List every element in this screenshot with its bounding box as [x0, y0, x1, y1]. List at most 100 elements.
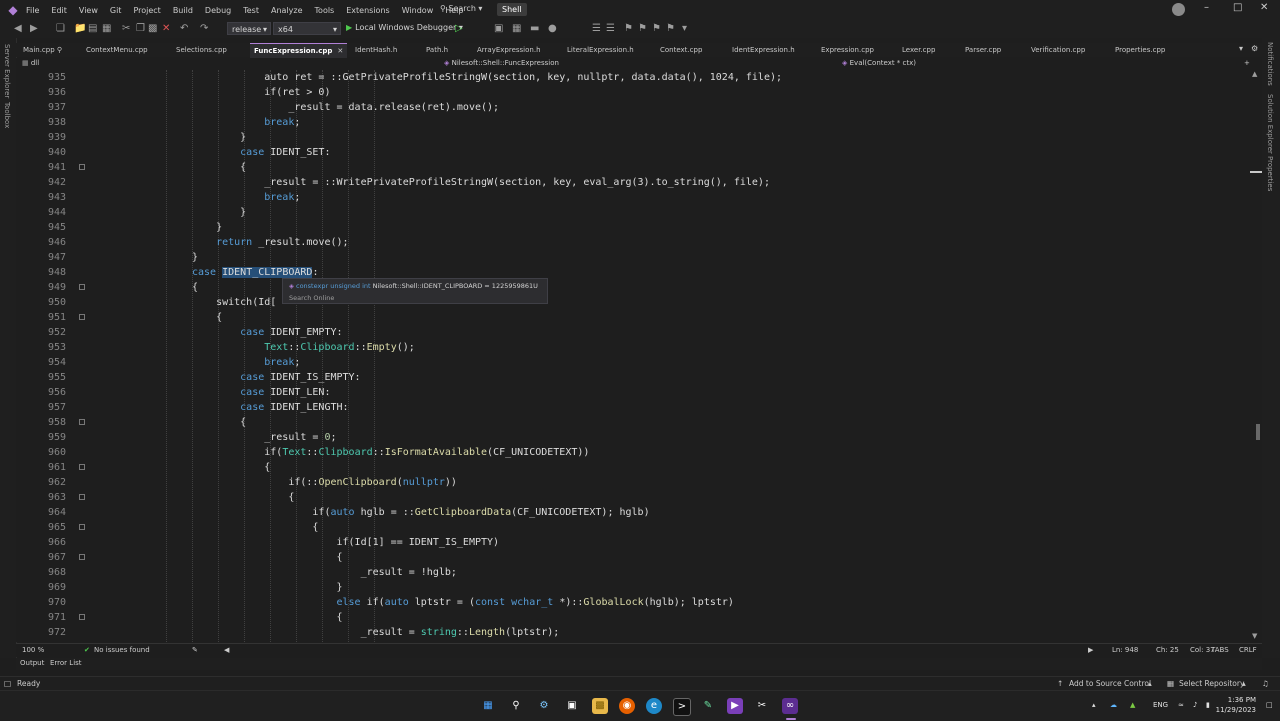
- delete-icon[interactable]: ✕: [162, 23, 170, 35]
- code-line[interactable]: 962 if(::OpenClipboard(nullptr)): [16, 475, 1250, 490]
- code-line[interactable]: 945 }: [16, 220, 1250, 235]
- add-to-source-control-button[interactable]: Add to Source Control: [1069, 678, 1151, 690]
- tab-list-dropdown-icon[interactable]: ▾: [1239, 44, 1243, 53]
- clock[interactable]: 1:36 PM 11/29/2023: [1212, 695, 1256, 715]
- toolbar-options-icon[interactable]: ▾: [682, 23, 687, 35]
- code-line[interactable]: 960 if(Text::Clipboard::IsFormatAvailabl…: [16, 445, 1250, 460]
- onedrive-icon[interactable]: ☁: [1110, 701, 1117, 709]
- indent-indicator[interactable]: TABS: [1211, 645, 1229, 656]
- tab-properties-cpp[interactable]: Properties.cpp: [1115, 43, 1165, 57]
- media-player-icon[interactable]: ▶: [727, 698, 743, 714]
- code-line[interactable]: 972 _result = string::Length(lptstr);: [16, 625, 1250, 640]
- redo-icon[interactable]: ↷: [200, 23, 208, 35]
- task-view-icon[interactable]: ▣: [564, 698, 580, 714]
- search-icon[interactable]: ⚲: [508, 698, 524, 714]
- scroll-right-icon[interactable]: ▶: [1088, 645, 1093, 656]
- fold-toggle-icon[interactable]: [79, 164, 85, 170]
- code-line[interactable]: 936 if(ret > 0): [16, 85, 1250, 100]
- wifi-icon[interactable]: ≈: [1178, 701, 1184, 709]
- tab-parser-cpp[interactable]: Parser.cpp: [965, 43, 1001, 57]
- scroll-down-icon[interactable]: ▼: [1252, 632, 1257, 640]
- menu-test[interactable]: Test: [243, 6, 259, 15]
- menu-window[interactable]: Window: [402, 6, 434, 15]
- firefox-icon[interactable]: ◉: [619, 698, 635, 714]
- code-line[interactable]: 956 case IDENT_LEN:: [16, 385, 1250, 400]
- close-tab-icon[interactable]: ✕: [337, 47, 343, 55]
- scroll-up-icon[interactable]: ▲: [1252, 70, 1257, 78]
- process-icon[interactable]: ▦: [512, 23, 521, 35]
- save-icon[interactable]: ▤: [88, 23, 97, 35]
- member-dropdown[interactable]: ◈ Eval(Context * ctx): [842, 58, 1242, 69]
- fold-toggle-icon[interactable]: [79, 494, 85, 500]
- menu-extensions[interactable]: Extensions: [346, 6, 389, 15]
- bell-icon[interactable]: ♫: [1262, 678, 1269, 690]
- fold-toggle-icon[interactable]: [79, 524, 85, 530]
- notifications-tab[interactable]: Notifications: [1266, 42, 1274, 86]
- scroll-left-icon[interactable]: ◀: [224, 645, 229, 656]
- save-all-icon[interactable]: ▦: [102, 23, 111, 35]
- properties-tab[interactable]: Properties: [1266, 156, 1274, 191]
- tab-output[interactable]: Output: [20, 659, 44, 667]
- tab-context-cpp[interactable]: Context.cpp: [660, 43, 702, 57]
- bookmark-clear-icon[interactable]: ⚑: [666, 23, 675, 35]
- tab-expression-cpp[interactable]: Expression.cpp: [821, 43, 874, 57]
- fold-toggle-icon[interactable]: [79, 284, 85, 290]
- show-hidden-icons-icon[interactable]: ▴: [1092, 701, 1096, 709]
- code-line[interactable]: 971 {: [16, 610, 1250, 625]
- bookmark-icon[interactable]: ⚑: [624, 23, 633, 35]
- solution-explorer-tab[interactable]: Solution Explorer: [1266, 94, 1274, 154]
- code-line[interactable]: 938 break;: [16, 115, 1250, 130]
- input-language[interactable]: ENG: [1153, 701, 1168, 709]
- paste-icon[interactable]: ▩: [148, 23, 157, 35]
- start-debugging-button[interactable]: ▶ Local Windows Debugger ▾: [346, 23, 463, 32]
- tab-literalexpression-h[interactable]: LiteralExpression.h: [567, 43, 634, 57]
- pin-icon[interactable]: ⚲: [57, 46, 62, 54]
- tab-arrayexpression-h[interactable]: ArrayExpression.h: [477, 43, 541, 57]
- forward-icon[interactable]: ▶: [30, 23, 38, 35]
- account-avatar[interactable]: [1172, 3, 1185, 16]
- file-explorer-icon[interactable]: ▩: [592, 698, 608, 714]
- code-line[interactable]: 951 {: [16, 310, 1250, 325]
- select-repository-button[interactable]: Select Repository: [1179, 678, 1244, 690]
- vertical-scrollbar[interactable]: ▲ ▼: [1250, 70, 1262, 642]
- line-indicator[interactable]: Ln: 948: [1112, 645, 1138, 656]
- platform-dropdown[interactable]: x64 ▾: [273, 22, 341, 35]
- code-line[interactable]: 946 return _result.move();: [16, 235, 1250, 250]
- menu-view[interactable]: View: [79, 6, 98, 15]
- code-line[interactable]: 967 {: [16, 550, 1250, 565]
- code-line[interactable]: 969 }: [16, 580, 1250, 595]
- solution-name-badge[interactable]: Shell: [497, 3, 527, 16]
- brush-icon[interactable]: ✎: [192, 645, 198, 656]
- split-editor-icon[interactable]: +: [1244, 58, 1250, 69]
- code-editor[interactable]: 935 auto ret = ::GetPrivateProfileString…: [16, 70, 1250, 642]
- code-line[interactable]: 942 _result = ::WritePrivateProfileStrin…: [16, 175, 1250, 190]
- code-line[interactable]: 940 case IDENT_SET:: [16, 145, 1250, 160]
- code-line[interactable]: 963 {: [16, 490, 1250, 505]
- step-icon[interactable]: ▬: [530, 23, 539, 35]
- code-line[interactable]: 950 switch(Id[: [16, 295, 1250, 310]
- breakpoint-icon[interactable]: ●: [548, 23, 557, 35]
- code-line[interactable]: 957 case IDENT_LENGTH:: [16, 400, 1250, 415]
- notepad-icon[interactable]: ✎: [700, 698, 716, 714]
- code-line[interactable]: 968 _result = !hglb;: [16, 565, 1250, 580]
- new-item-icon[interactable]: ❏: [56, 23, 65, 35]
- menu-tools[interactable]: Tools: [315, 6, 335, 15]
- maximize-icon[interactable]: □: [1233, 2, 1242, 13]
- undo-icon[interactable]: ↶: [180, 23, 188, 35]
- code-line[interactable]: 973 //ReplaceSelection(hwndSelected, pbo…: [16, 640, 1250, 642]
- widgets-icon[interactable]: ⚙: [536, 698, 552, 714]
- tab-lexer-cpp[interactable]: Lexer.cpp: [902, 43, 935, 57]
- open-file-icon[interactable]: 📁: [74, 23, 86, 35]
- code-line[interactable]: 947}: [16, 250, 1250, 265]
- tab-error-list[interactable]: Error List: [50, 659, 82, 667]
- fold-toggle-icon[interactable]: [79, 614, 85, 620]
- code-line[interactable]: 970 else if(auto lptstr = (const wchar_t…: [16, 595, 1250, 610]
- code-line[interactable]: 948 case IDENT_CLIPBOARD:: [16, 265, 1250, 280]
- bookmark-prev-icon[interactable]: ⚑: [638, 23, 647, 35]
- code-line[interactable]: 965 {: [16, 520, 1250, 535]
- edge-icon[interactable]: e: [646, 698, 662, 714]
- menu-analyze[interactable]: Analyze: [271, 6, 303, 15]
- code-line[interactable]: 961 {: [16, 460, 1250, 475]
- project-dropdown[interactable]: ▦ dll: [22, 58, 440, 69]
- close-icon[interactable]: ✕: [1260, 2, 1268, 13]
